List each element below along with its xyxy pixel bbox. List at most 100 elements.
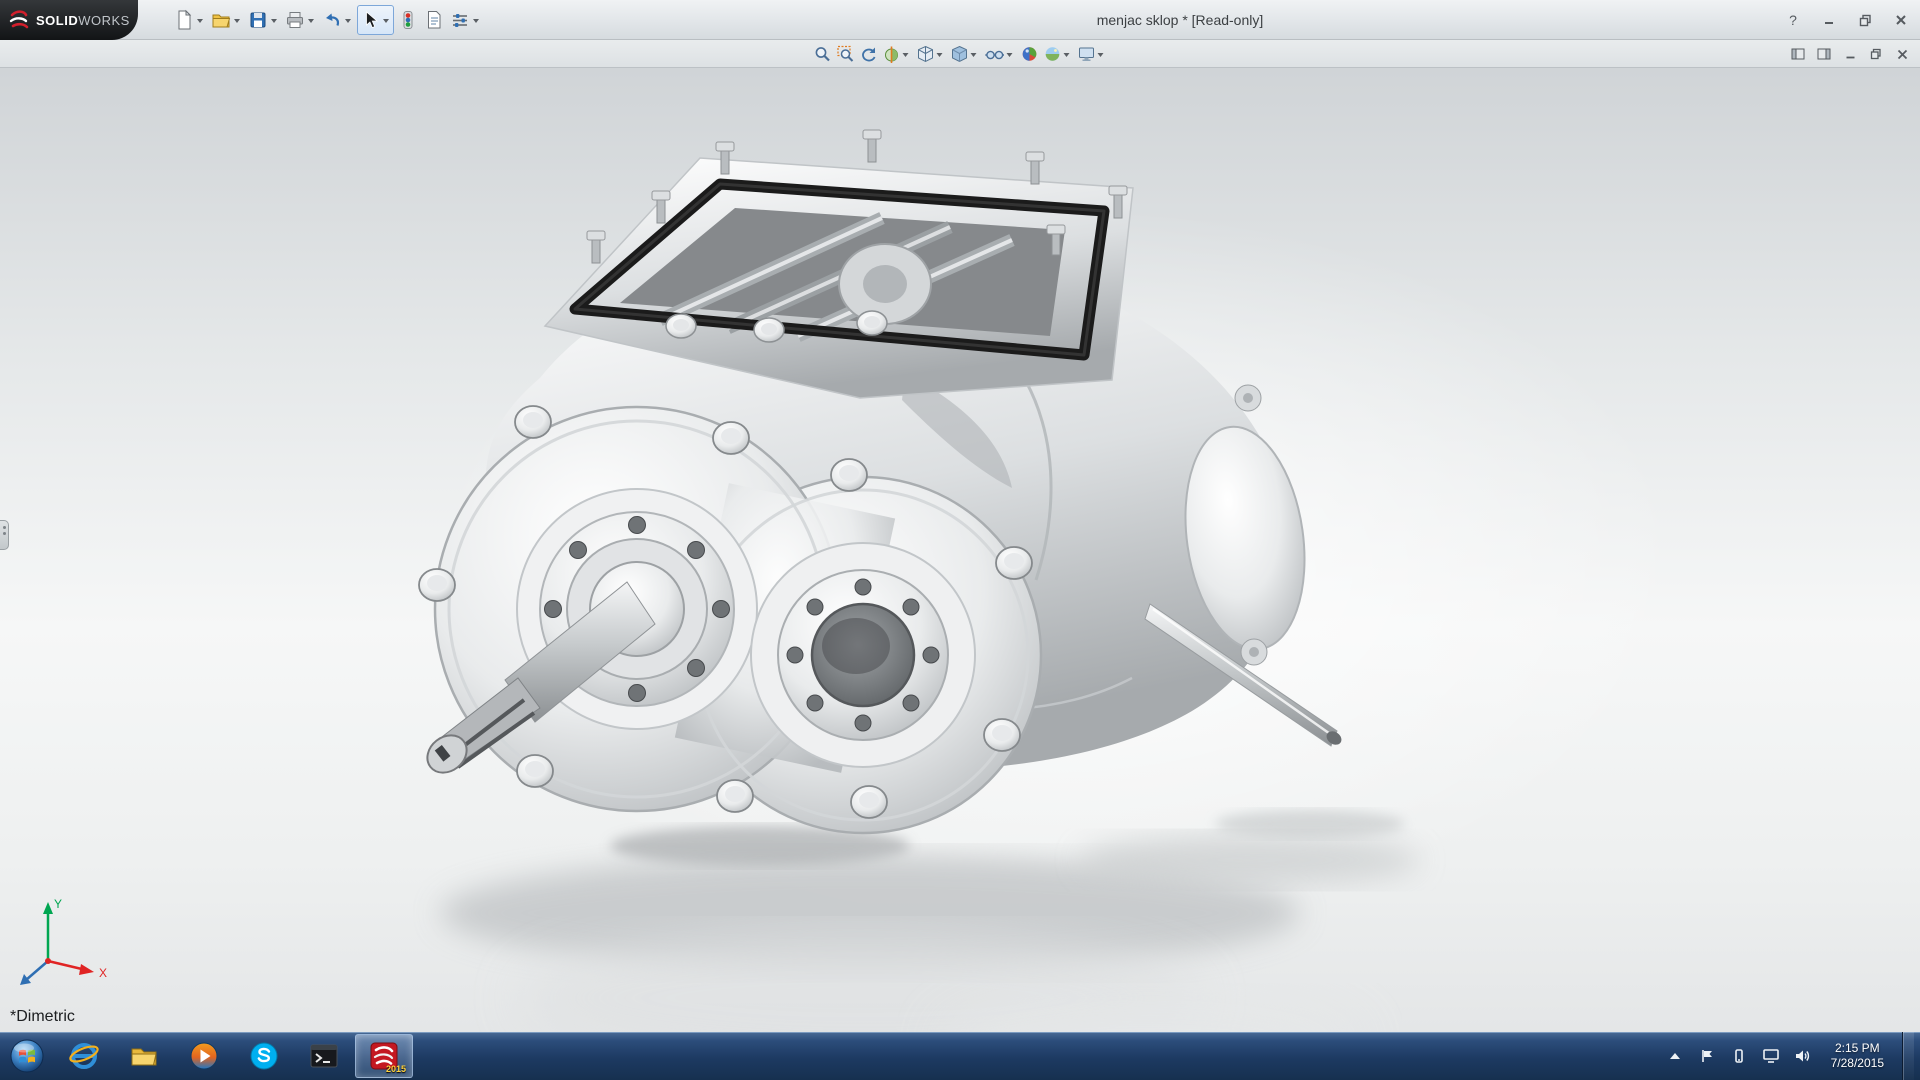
zoom-to-area-button[interactable]	[835, 42, 857, 66]
rebuild-traffic-light-icon	[397, 9, 419, 31]
new-document-dropdown[interactable]	[197, 19, 203, 23]
taskbar-explorer-button[interactable]	[115, 1034, 173, 1078]
save-floppy-icon	[247, 9, 269, 31]
undo-dropdown[interactable]	[345, 19, 351, 23]
minimize-button[interactable]	[1816, 9, 1842, 31]
edit-appearance-ball-icon	[1021, 45, 1039, 63]
panel-flyout-handle[interactable]	[0, 520, 9, 550]
zoom-to-area-icon	[837, 45, 855, 63]
display-icon	[1762, 1048, 1780, 1064]
open-button[interactable]	[209, 5, 244, 35]
hide-show-dropdown[interactable]	[1007, 53, 1013, 57]
save-button[interactable]	[246, 5, 281, 35]
print-dropdown[interactable]	[308, 19, 314, 23]
taskbar-command-prompt-button[interactable]	[295, 1034, 353, 1078]
undo-icon	[321, 9, 343, 31]
brand-light: WORKS	[78, 13, 130, 28]
toggle-panel-button[interactable]	[1788, 45, 1808, 63]
print-icon	[284, 9, 306, 31]
heads-up-view-toolbar	[812, 40, 1109, 68]
taskbar-skype-button[interactable]	[235, 1034, 293, 1078]
apply-scene-dropdown[interactable]	[1064, 53, 1070, 57]
restore-icon	[1859, 14, 1872, 27]
taskbar-clock[interactable]: 2:15 PM 7/28/2015	[1825, 1041, 1890, 1071]
minimize-icon	[1823, 14, 1835, 26]
options-dropdown[interactable]	[473, 19, 479, 23]
close-document-icon	[1897, 49, 1908, 60]
edit-appearance-button[interactable]	[1019, 42, 1041, 66]
start-button[interactable]	[0, 1032, 54, 1080]
taskbar-media-player-button[interactable]	[175, 1034, 233, 1078]
triad-y-label: Y	[54, 897, 62, 911]
display-style-dropdown[interactable]	[971, 53, 977, 57]
zoom-to-fit-button[interactable]	[812, 42, 834, 66]
clock-time: 2:15 PM	[1831, 1041, 1884, 1056]
apply-scene-icon	[1044, 45, 1062, 63]
toggle-panel-right-button[interactable]	[1814, 45, 1834, 63]
minimize-document-button[interactable]	[1840, 45, 1860, 63]
file-properties-button[interactable]	[422, 5, 446, 35]
view-settings-button[interactable]	[1076, 42, 1109, 66]
taskbar-internet-explorer-button[interactable]	[55, 1034, 113, 1078]
undo-button[interactable]	[320, 5, 355, 35]
device-tray-button[interactable]	[1729, 1046, 1749, 1066]
section-view-dropdown[interactable]	[903, 53, 909, 57]
close-icon	[1895, 14, 1907, 26]
display-tray-button[interactable]	[1761, 1046, 1781, 1066]
solidworks-version-badge: 2015	[386, 1064, 406, 1074]
show-hidden-icons-button[interactable]	[1665, 1046, 1685, 1066]
select-dropdown[interactable]	[383, 19, 389, 23]
hide-show-glasses-icon	[985, 45, 1005, 63]
floor-shadow	[440, 810, 1420, 1032]
secondary-bore	[751, 543, 975, 767]
apply-scene-button[interactable]	[1042, 42, 1075, 66]
toggle-panel-icon	[1791, 48, 1805, 60]
system-tray: 2:15 PM 7/28/2015	[1665, 1032, 1920, 1080]
view-settings-dropdown[interactable]	[1098, 53, 1104, 57]
section-view-button[interactable]	[881, 42, 914, 66]
standard-toolbar	[172, 0, 483, 40]
view-orientation-dropdown[interactable]	[937, 53, 943, 57]
restore-document-icon	[1870, 48, 1882, 60]
view-orientation-cube-icon	[917, 45, 935, 63]
close-document-button[interactable]	[1892, 45, 1912, 63]
graphics-viewport[interactable]: X Y *Dimetric	[0, 68, 1920, 1032]
clock-date: 7/28/2015	[1831, 1056, 1884, 1071]
gearbox-assembly-model: X Y	[0, 68, 1920, 1032]
print-button[interactable]	[283, 5, 318, 35]
section-view-icon	[883, 45, 901, 63]
skype-icon	[248, 1040, 280, 1072]
file-properties-icon	[423, 9, 445, 31]
show-desktop-button[interactable]	[1902, 1032, 1914, 1080]
show-hidden-icons-icon	[1668, 1049, 1682, 1063]
title-bar: SOLIDWORKS	[0, 0, 1920, 40]
volume-tray-button[interactable]	[1793, 1046, 1813, 1066]
select-tool-button[interactable]	[357, 5, 394, 35]
display-style-button[interactable]	[949, 42, 982, 66]
new-document-icon	[173, 9, 195, 31]
save-dropdown[interactable]	[271, 19, 277, 23]
volume-icon	[1794, 1048, 1811, 1064]
display-style-icon	[951, 45, 969, 63]
open-dropdown[interactable]	[234, 19, 240, 23]
internet-explorer-icon	[68, 1040, 100, 1072]
folder-icon	[128, 1040, 160, 1072]
triad-x-label: X	[99, 966, 107, 980]
new-document-button[interactable]	[172, 5, 207, 35]
brand-text: SOLIDWORKS	[36, 13, 130, 28]
taskbar-solidworks-button[interactable]: 2015	[355, 1034, 413, 1078]
close-button[interactable]	[1888, 9, 1914, 31]
restore-document-button[interactable]	[1866, 45, 1886, 63]
restore-button[interactable]	[1852, 9, 1878, 31]
taskbar: 2015	[0, 1032, 1920, 1080]
previous-view-button[interactable]	[858, 42, 880, 66]
rebuild-button[interactable]	[396, 5, 420, 35]
minimize-document-icon	[1845, 49, 1856, 60]
window-controls: ?	[1780, 0, 1914, 40]
hide-show-items-button[interactable]	[983, 42, 1018, 66]
view-orientation-label: *Dimetric	[10, 1008, 75, 1026]
help-button[interactable]: ?	[1780, 9, 1806, 31]
action-center-button[interactable]	[1697, 1046, 1717, 1066]
options-button[interactable]	[448, 5, 483, 35]
view-orientation-button[interactable]	[915, 42, 948, 66]
